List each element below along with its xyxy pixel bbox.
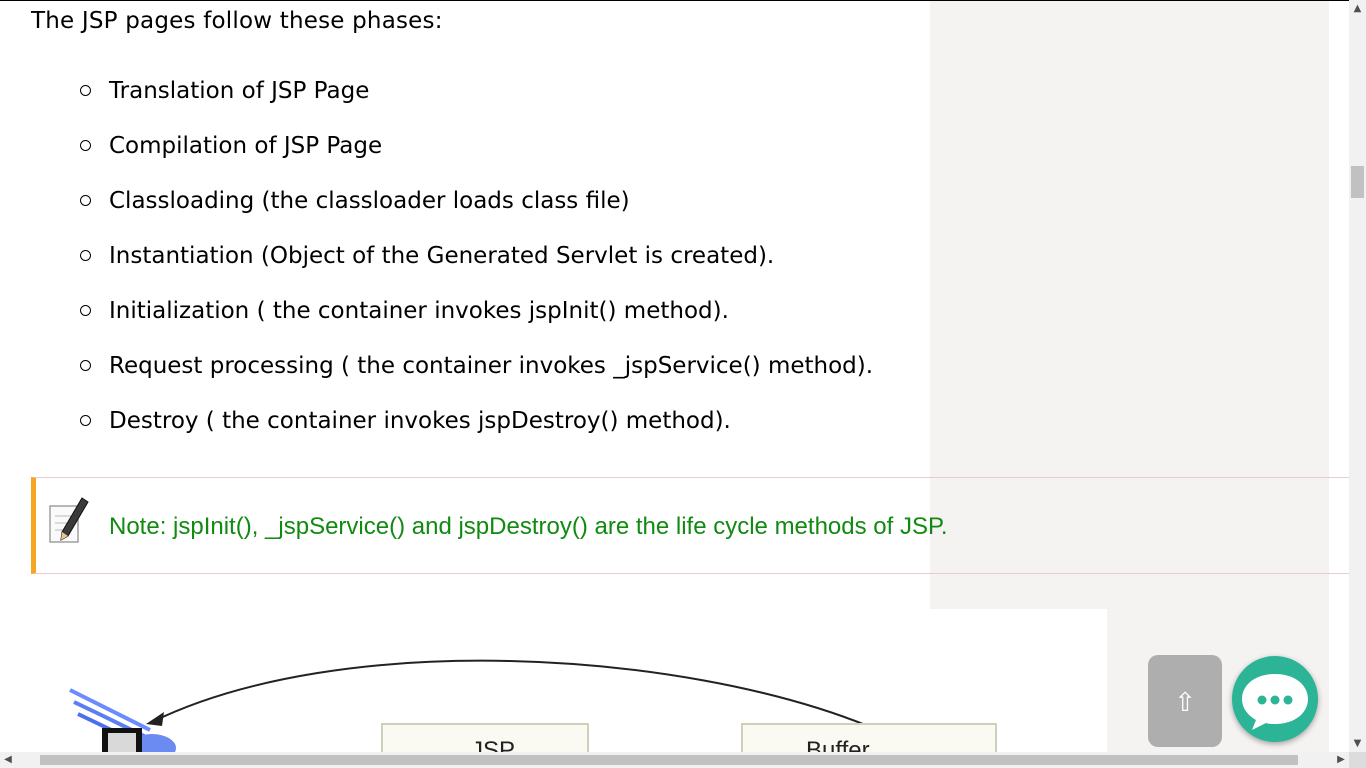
- vertical-scrollbar[interactable]: ▲ ▼: [1349, 0, 1366, 752]
- flow-arrow-curve: [151, 659, 869, 727]
- list-item: Destroy ( the container invokes jspDestr…: [80, 403, 873, 458]
- scrollbar-corner: [1349, 752, 1366, 768]
- list-item-text: Request processing ( the container invok…: [109, 353, 874, 379]
- circle-bullet-icon: [80, 195, 91, 206]
- intro-paragraph: The JSP pages follow these phases:: [31, 8, 443, 34]
- pencil-note-icon: [49, 497, 89, 543]
- scroll-up-arrow-icon[interactable]: ▲: [1349, 0, 1366, 17]
- list-item-text: Instantiation (Object of the Generated S…: [109, 243, 775, 269]
- buffer-box-label: Buffer: [806, 737, 870, 752]
- scroll-to-top-button[interactable]: ⇧: [1148, 655, 1222, 747]
- list-item-text: Translation of JSP Page: [109, 78, 370, 104]
- note-text: Note: jspInit(), _jspService() and jspDe…: [109, 513, 948, 540]
- scroll-right-arrow-icon[interactable]: ▶: [1333, 752, 1349, 768]
- arrow-up-icon: ⇧: [1174, 688, 1196, 718]
- list-item: Initialization ( the container invokes j…: [80, 293, 873, 348]
- jsp-lifecycle-diagram: JSP Buffer: [69, 659, 997, 752]
- jsp-phases-list: Translation of JSP Page Compilation of J…: [80, 73, 873, 458]
- list-item: Request processing ( the container invok…: [80, 348, 873, 403]
- chat-bubble-icon: [1242, 674, 1308, 730]
- horizontal-scroll-thumb[interactable]: [40, 755, 1298, 765]
- circle-bullet-icon: [80, 140, 91, 151]
- vertical-scroll-thumb[interactable]: [1351, 166, 1364, 198]
- horizontal-scrollbar[interactable]: ◀ ▶: [0, 752, 1349, 768]
- list-item: Compilation of JSP Page: [80, 128, 873, 183]
- list-item: Classloading (the classloader loads clas…: [80, 183, 873, 238]
- arrow-head: [146, 712, 164, 726]
- circle-bullet-icon: [80, 360, 91, 371]
- list-item: Instantiation (Object of the Generated S…: [80, 238, 873, 293]
- chat-button[interactable]: [1232, 656, 1318, 742]
- list-item-text: Classloading (the classloader loads clas…: [109, 188, 630, 214]
- list-item: Translation of JSP Page: [80, 73, 873, 128]
- jsp-box-label: JSP: [471, 737, 515, 752]
- circle-bullet-icon: [80, 250, 91, 261]
- scroll-down-arrow-icon[interactable]: ▼: [1349, 735, 1366, 752]
- list-item-text: Compilation of JSP Page: [109, 133, 383, 159]
- list-item-text: Destroy ( the container invokes jspDestr…: [109, 408, 731, 434]
- note-box: Note: jspInit(), _jspService() and jspDe…: [31, 477, 1350, 574]
- circle-bullet-icon: [80, 305, 91, 316]
- circle-bullet-icon: [80, 415, 91, 426]
- list-item-text: Initialization ( the container invokes j…: [109, 298, 729, 324]
- circle-bullet-icon: [80, 85, 91, 96]
- scroll-left-arrow-icon[interactable]: ◀: [0, 752, 16, 768]
